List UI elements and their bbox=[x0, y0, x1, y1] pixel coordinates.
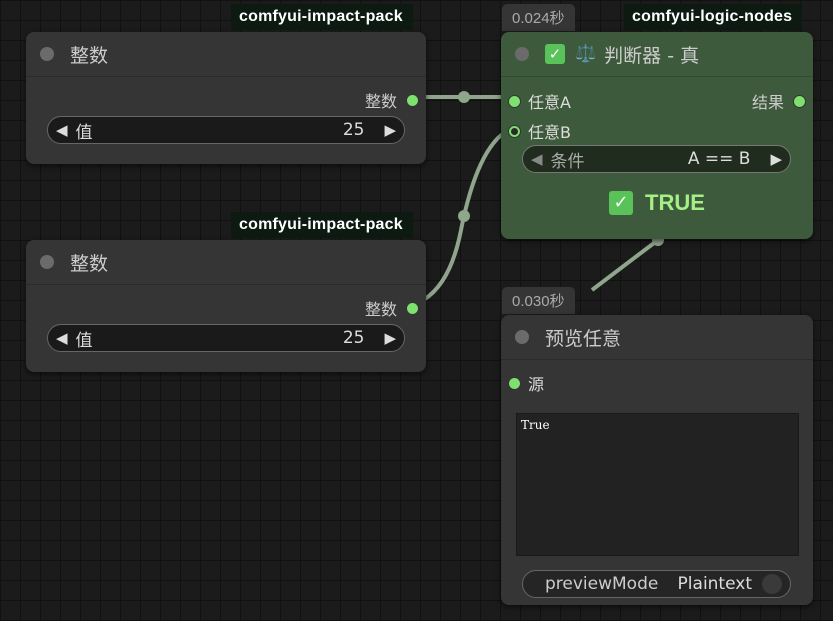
enable-checkbox[interactable]: ✓ bbox=[545, 44, 565, 64]
decrement-arrow-icon[interactable]: ◀ bbox=[48, 329, 76, 347]
input-label: 任意A bbox=[528, 93, 571, 112]
increment-arrow-icon[interactable]: ▶ bbox=[376, 121, 404, 139]
widget-value[interactable]: 25 bbox=[343, 120, 377, 140]
decrement-arrow-icon[interactable]: ◀ bbox=[48, 121, 76, 139]
condition-widget[interactable]: ◀ 条件 A == B ▶ bbox=[522, 145, 791, 173]
widget-value: Plaintext bbox=[677, 574, 752, 594]
value-widget[interactable]: ◀ 值 25 ▶ bbox=[47, 116, 405, 144]
node-pack-label: comfyui-impact-pack bbox=[231, 4, 413, 30]
integer-node-2[interactable]: 整数 整数 ◀ 值 25 ▶ bbox=[26, 240, 426, 372]
output-slot[interactable]: 整数 bbox=[365, 88, 418, 112]
widget-label: 条件 bbox=[550, 151, 585, 172]
node-header[interactable]: 整数 bbox=[26, 32, 426, 77]
output-label: 整数 bbox=[364, 300, 397, 319]
output-port[interactable] bbox=[794, 95, 805, 107]
output-label: 整数 bbox=[364, 92, 397, 111]
execution-time-badge: 0.024秒 bbox=[502, 4, 575, 31]
link-midpoint[interactable] bbox=[458, 91, 470, 103]
increment-arrow-icon[interactable]: ▶ bbox=[376, 329, 404, 347]
link-midpoint[interactable] bbox=[458, 210, 470, 222]
result-display: ✓ TRUE bbox=[609, 190, 705, 216]
judge-node[interactable]: ✓ ⚖️ 判断器 - 真 任意A 任意B 结果 ◀ 条件 A == B ▶ ✓ … bbox=[501, 32, 813, 239]
output-slot[interactable]: 整数 bbox=[365, 296, 418, 320]
preview-mode-toggle[interactable]: previewMode Plaintext bbox=[522, 570, 791, 598]
node-header[interactable]: ✓ ⚖️ 判断器 - 真 bbox=[501, 32, 813, 77]
preview-any-node[interactable]: 预览任意 源 True previewMode Plaintext bbox=[501, 315, 813, 605]
execution-time-badge: 0.030秒 bbox=[502, 287, 575, 314]
check-icon: ✓ bbox=[613, 192, 629, 213]
node-title: 预览任意 bbox=[545, 327, 622, 350]
decrement-arrow-icon[interactable]: ◀ bbox=[523, 150, 551, 168]
collapse-dot[interactable] bbox=[40, 255, 54, 269]
collapse-dot[interactable] bbox=[515, 330, 529, 344]
input-slot-b[interactable]: 任意B bbox=[509, 119, 571, 143]
input-label: 任意B bbox=[528, 123, 571, 142]
input-port[interactable] bbox=[509, 95, 520, 107]
node-header[interactable]: 预览任意 bbox=[501, 315, 813, 360]
node-pack-label: comfyui-logic-nodes bbox=[624, 4, 803, 30]
node-header[interactable]: 整数 bbox=[26, 240, 426, 285]
input-label: 源 bbox=[528, 375, 545, 394]
output-label: 结果 bbox=[751, 93, 784, 112]
node-pack-label: comfyui-impact-pack bbox=[231, 212, 413, 238]
check-icon: ✓ bbox=[548, 44, 562, 63]
node-title: 判断器 - 真 bbox=[604, 44, 700, 67]
widget-value[interactable]: 25 bbox=[343, 328, 377, 348]
result-check-icon: ✓ bbox=[609, 191, 633, 215]
input-slot-a[interactable]: 任意A bbox=[509, 89, 571, 113]
widget-value[interactable]: A == B bbox=[688, 149, 763, 169]
input-port[interactable] bbox=[509, 125, 520, 137]
scale-icon: ⚖️ bbox=[575, 44, 597, 64]
node-title: 整数 bbox=[70, 252, 109, 275]
widget-label: 值 bbox=[75, 122, 93, 143]
integer-node-1[interactable]: 整数 整数 ◀ 值 25 ▶ bbox=[26, 32, 426, 164]
collapse-dot[interactable] bbox=[40, 47, 54, 61]
value-widget[interactable]: ◀ 值 25 ▶ bbox=[47, 324, 405, 352]
output-slot[interactable]: 结果 bbox=[752, 89, 805, 113]
node-title: 整数 bbox=[70, 44, 109, 67]
input-port[interactable] bbox=[509, 377, 520, 389]
input-slot-source[interactable]: 源 bbox=[509, 371, 544, 395]
result-text: TRUE bbox=[645, 190, 705, 215]
increment-arrow-icon[interactable]: ▶ bbox=[762, 150, 790, 168]
preview-text-area[interactable]: True bbox=[516, 413, 799, 556]
widget-label: previewMode bbox=[545, 574, 659, 594]
output-port[interactable] bbox=[407, 302, 418, 314]
collapse-dot[interactable] bbox=[515, 47, 529, 61]
widget-label: 值 bbox=[75, 330, 93, 351]
toggle-knob-icon[interactable] bbox=[762, 574, 782, 594]
output-port[interactable] bbox=[407, 94, 418, 106]
link-result-to-source[interactable] bbox=[590, 238, 660, 292]
